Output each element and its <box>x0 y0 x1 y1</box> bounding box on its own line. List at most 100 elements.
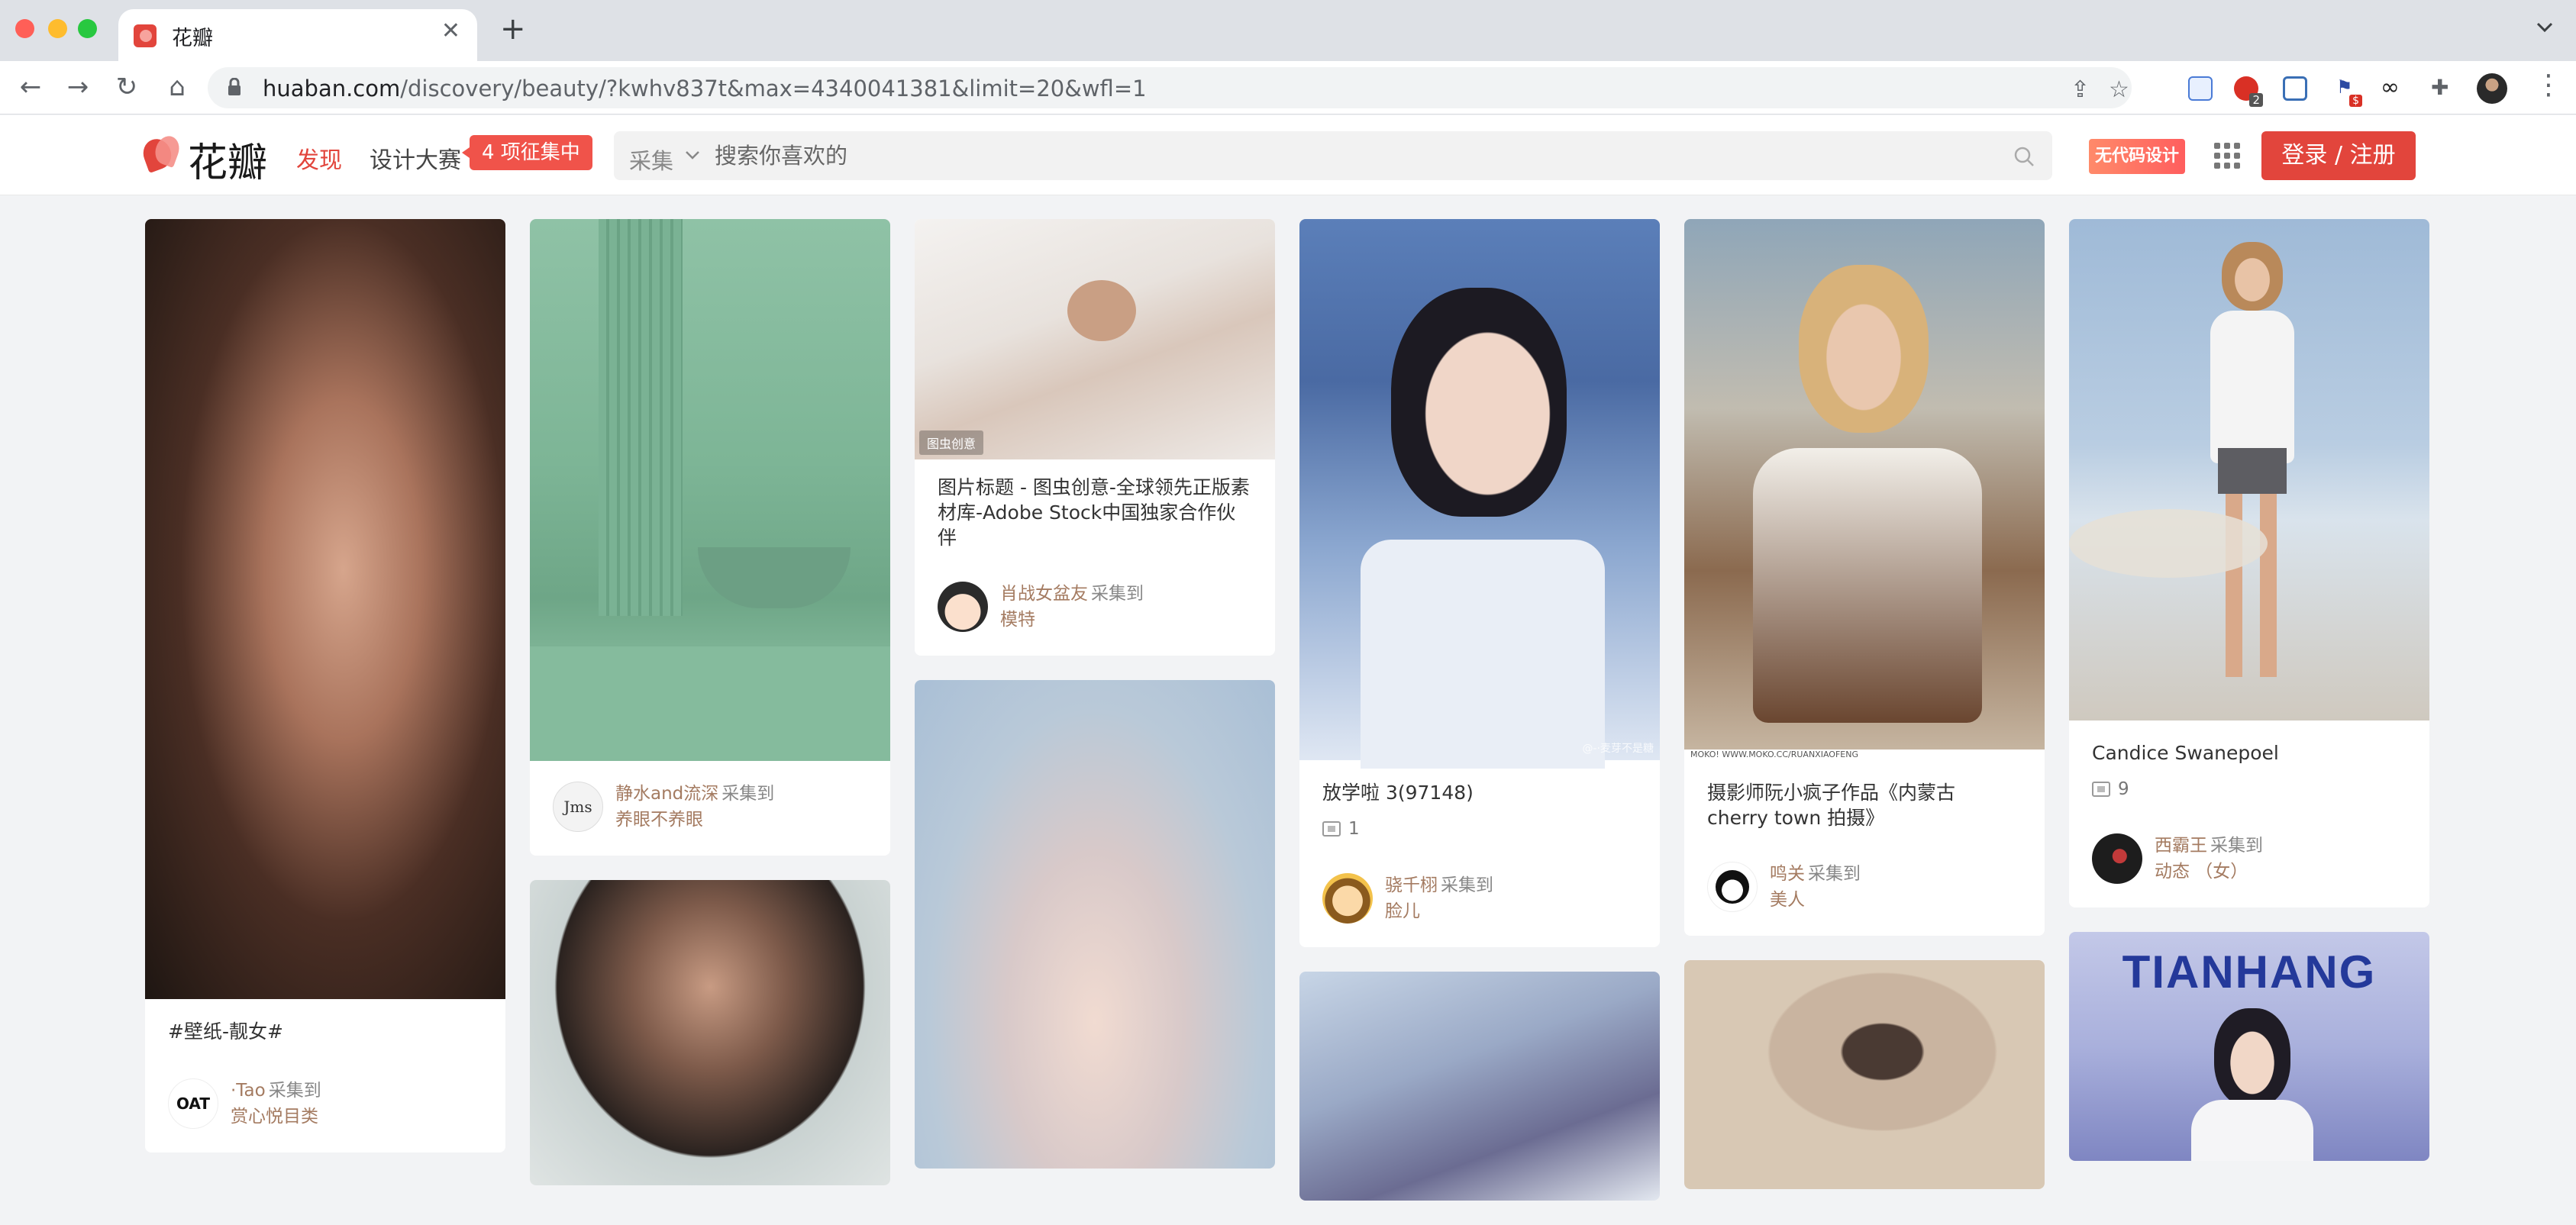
saver-avatar[interactable]: Jms <box>553 782 603 832</box>
share-icon[interactable]: ⇪ <box>2071 76 2090 103</box>
pin-card[interactable]: @-·麦芽不是糖 放学啦 3(97148) 1 骁千栩 采集到 脸儿 <box>1299 219 1660 947</box>
pin-title[interactable]: #壁纸-靓女# <box>168 1019 483 1044</box>
saver-avatar[interactable] <box>2092 833 2142 884</box>
close-window-button[interactable] <box>15 19 34 38</box>
home-icon[interactable]: ⌂ <box>162 72 192 102</box>
poster-text: TIANHANG <box>2122 946 2377 998</box>
nav-discover[interactable]: 发现 <box>296 141 342 175</box>
pin-saver: 西霸王 采集到 动态 （女） <box>2092 833 2407 885</box>
pin-card[interactable]: Jms 静水and流深 采集到 养眼不养眼 <box>530 219 890 856</box>
minimize-window-button[interactable] <box>48 19 67 38</box>
repin-count: 9 <box>2092 779 2407 799</box>
pin-saver: 骁千栩 采集到 脸儿 <box>1322 872 1637 924</box>
pin-card[interactable]: 图虫创意 图片标题 - 图虫创意-全球领先正版素材库-Adobe Stock中国… <box>915 219 1275 656</box>
pin-title[interactable]: Candice Swanepoel <box>2092 740 2407 766</box>
login-register-button[interactable]: 登录 / 注册 <box>2261 131 2416 180</box>
search-input[interactable] <box>715 140 1982 171</box>
pin-title[interactable]: 放学啦 3(97148) <box>1322 780 1637 805</box>
pin-card[interactable]: TIANHANG <box>2069 932 2429 1161</box>
pin-image[interactable] <box>530 880 890 1185</box>
nav-design-contest[interactable]: 设计大赛 <box>370 141 461 175</box>
huaban-logo-icon[interactable] <box>139 133 183 173</box>
sale-extension-icon[interactable]: ⚑ $ <box>2333 76 2362 107</box>
back-arrow-icon[interactable]: ← <box>15 72 46 102</box>
puzzle-extensions-icon[interactable]: ✚ <box>2431 76 2455 101</box>
pin-image[interactable]: 图虫创意 <box>915 219 1275 459</box>
image-caption: MOKO! WWW.MOKO.CC/RUANXIAOFENG <box>1684 750 2045 760</box>
saver-avatar[interactable] <box>1707 862 1758 912</box>
saver-avatar[interactable] <box>1322 873 1373 924</box>
adblock-badge: 2 <box>2249 93 2263 107</box>
saver-board[interactable]: 养眼不养眼 <box>615 807 774 833</box>
saver-name[interactable]: ·Tao <box>231 1081 266 1101</box>
pin-image[interactable]: @-·麦芽不是糖 <box>1299 219 1660 769</box>
browser-tab-bar: 花瓣 ✕ + <box>0 0 2576 61</box>
pin-image[interactable] <box>145 219 505 999</box>
feed-column-2: Jms 静水and流深 采集到 养眼不养眼 <box>530 219 890 1210</box>
pin-card[interactable] <box>1684 960 2045 1189</box>
infinity-extension-icon[interactable]: ∞ <box>2381 76 2405 101</box>
saver-board[interactable]: 模特 <box>1000 607 1144 633</box>
saver-board[interactable]: 动态 （女） <box>2155 859 2263 885</box>
browser-menu-icon[interactable]: ⋮ <box>2535 72 2562 99</box>
screenshot-extension-icon[interactable] <box>2283 76 2307 101</box>
pin-card[interactable] <box>915 680 1275 1169</box>
contest-count-badge[interactable]: 4 项征集中 <box>462 135 592 170</box>
pin-card[interactable] <box>1299 972 1660 1201</box>
maximize-window-button[interactable] <box>78 19 97 38</box>
repin-count: 1 <box>1322 819 1637 839</box>
bookmark-star-icon[interactable]: ☆ <box>2109 76 2129 103</box>
lock-icon[interactable] <box>228 78 241 96</box>
search-bar: 采集 <box>614 131 2052 180</box>
saver-avatar[interactable]: OAT <box>168 1078 218 1129</box>
pin-image[interactable] <box>530 219 890 761</box>
pin-image[interactable] <box>915 680 1275 1169</box>
new-tab-button[interactable]: + <box>500 14 526 44</box>
translate-extension-icon[interactable] <box>2188 76 2213 101</box>
feed-column-6: Candice Swanepoel 9 西霸王 采集到 动态 （女） TIANHA… <box>2069 219 2429 1185</box>
repin-number: 9 <box>2118 779 2129 799</box>
pin-saver: Jms 静水and流深 采集到 养眼不养眼 <box>553 781 867 833</box>
saver-name[interactable]: 西霸王 <box>2155 836 2207 856</box>
pin-saver: 鸣关 采集到 美人 <box>1707 861 2022 913</box>
pin-card[interactable] <box>530 880 890 1185</box>
pin-image[interactable] <box>1684 960 2045 1189</box>
saver-name[interactable]: 鸣关 <box>1770 864 1805 884</box>
tab-search-chevron-icon[interactable] <box>2535 17 2555 37</box>
url-host: huaban.com <box>263 76 401 102</box>
pin-card[interactable]: Candice Swanepoel 9 西霸王 采集到 动态 （女） <box>2069 219 2429 907</box>
url-text[interactable]: huaban.com/discovery/beauty/?kwhv837t&ma… <box>263 76 1147 102</box>
saver-verb: 采集到 <box>721 784 775 804</box>
pin-image[interactable] <box>2069 219 2429 720</box>
site-logo-text[interactable]: 花瓣 <box>188 131 267 188</box>
browser-tab-active[interactable]: 花瓣 ✕ <box>118 9 477 61</box>
pin-image[interactable] <box>1299 972 1660 1201</box>
pin-card[interactable]: #壁纸-靓女# OAT ·Tao 采集到 赏心悦目类 <box>145 219 505 1152</box>
pin-card[interactable]: MOKO! WWW.MOKO.CC/RUANXIAOFENG 摄影师阮小疯子作品… <box>1684 219 2045 936</box>
saver-name[interactable]: 骁千栩 <box>1385 875 1438 895</box>
pin-title[interactable]: 摄影师阮小疯子作品《内蒙古 cherry town 拍摄》 <box>1707 780 2022 830</box>
pin-title[interactable]: 图片标题 - 图虫创意-全球领先正版素材库-Adobe Stock中国独家合作伙… <box>938 475 1252 550</box>
saver-board[interactable]: 赏心悦目类 <box>231 1104 321 1130</box>
saver-name[interactable]: 静水and流深 <box>615 784 718 804</box>
saver-board[interactable]: 美人 <box>1770 887 1861 913</box>
saver-avatar[interactable] <box>938 582 988 632</box>
nocode-design-banner[interactable]: 无代码设计 <box>2089 139 2185 174</box>
search-icon[interactable] <box>2013 145 2035 168</box>
address-bar[interactable]: huaban.com/discovery/beauty/?kwhv837t&ma… <box>208 67 2132 108</box>
adblock-extension-icon[interactable]: 2 <box>2234 76 2263 107</box>
profile-avatar[interactable] <box>2477 73 2507 104</box>
tab-close-icon[interactable]: ✕ <box>441 20 460 43</box>
forward-arrow-icon[interactable]: → <box>63 72 93 102</box>
pin-image[interactable]: TIANHANG <box>2069 932 2429 1161</box>
saver-name[interactable]: 肖战女盆友 <box>1000 584 1088 604</box>
feed-column-5: MOKO! WWW.MOKO.CC/RUANXIAOFENG 摄影师阮小疯子作品… <box>1684 219 2045 1214</box>
feed-column-3: 图虫创意 图片标题 - 图虫创意-全球领先正版素材库-Adobe Stock中国… <box>915 219 1275 1193</box>
apps-grid-icon[interactable] <box>2214 143 2240 169</box>
reload-icon[interactable]: ↻ <box>111 72 142 102</box>
search-scope-select[interactable]: 采集 <box>629 143 673 176</box>
pin-image[interactable]: MOKO! WWW.MOKO.CC/RUANXIAOFENG <box>1684 219 2045 760</box>
saver-board[interactable]: 脸儿 <box>1385 898 1493 924</box>
chevron-down-icon[interactable] <box>684 147 701 163</box>
saver-verb: 采集到 <box>2210 836 2263 856</box>
